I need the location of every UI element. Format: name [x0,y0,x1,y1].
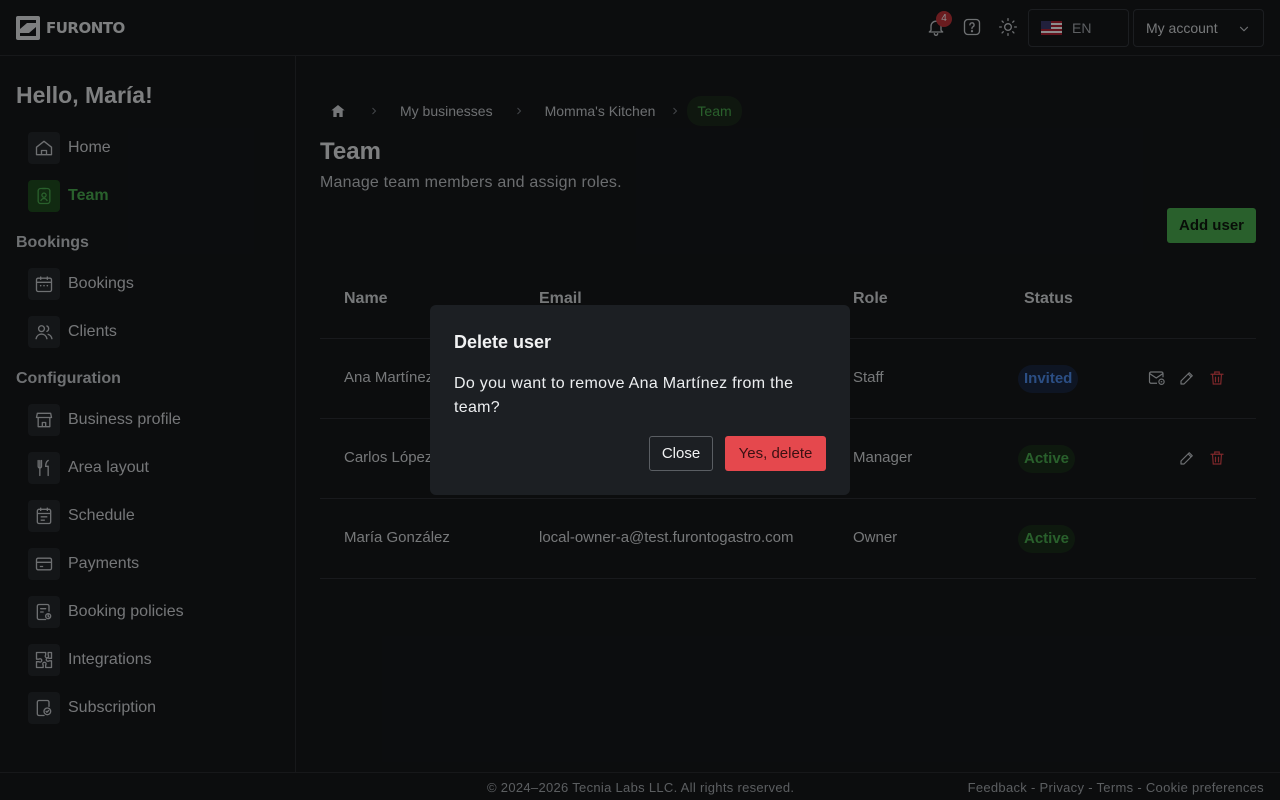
dialog-message: Do you want to remove Ana Martínez from … [454,375,794,416]
dialog-title: Delete user [454,332,552,352]
close-button[interactable]: Close [649,436,713,471]
delete-user-dialog: Delete user Do you want to remove Ana Ma… [430,305,850,495]
confirm-delete-button[interactable]: Yes, delete [725,436,826,471]
